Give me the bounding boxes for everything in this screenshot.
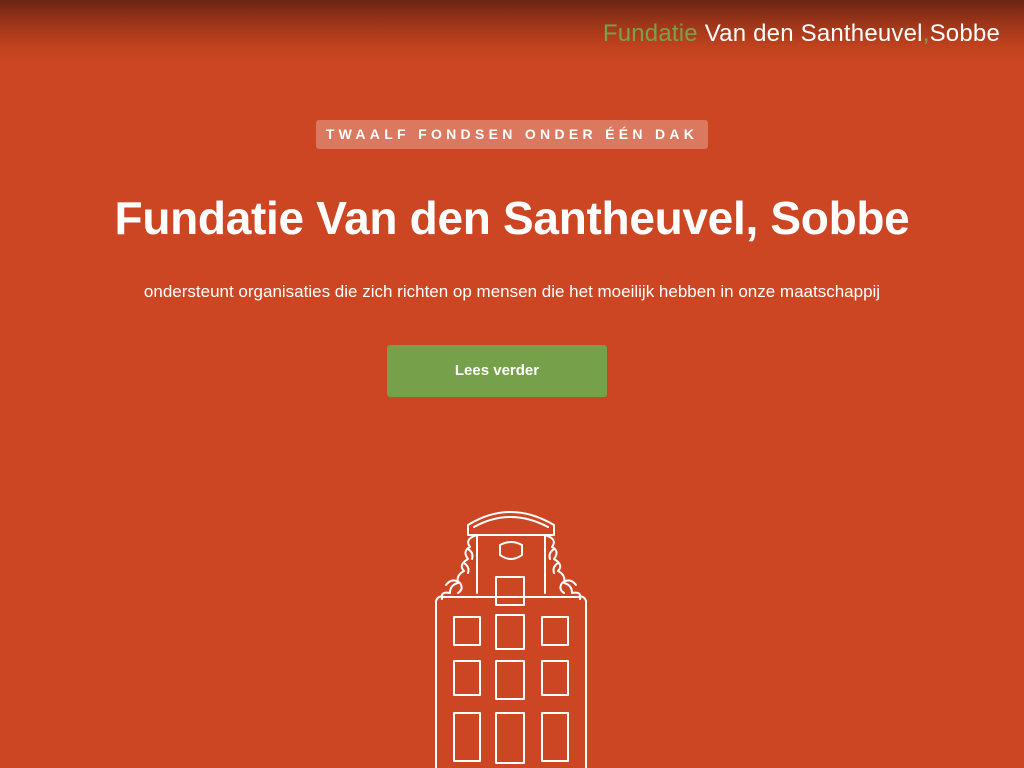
hero-subtitle: ondersteunt organisaties die zich richte… — [143, 282, 881, 301]
tagline-badge: TWAALF FONDSEN ONDER ÉÉN DAK — [316, 120, 708, 149]
site-logo[interactable]: Fundatie Van den Santheuvel,Sobbe — [603, 19, 1000, 49]
read-more-button[interactable]: Lees verder — [387, 345, 607, 397]
logo-word-fundatie: Fundatie — [602, 20, 698, 47]
logo-comma: , — [922, 20, 930, 47]
logo-word-name: Van den Santheuvel — [704, 20, 923, 47]
page-title: Fundatie Van den Santheuvel, Sobbe — [114, 192, 910, 244]
canal-house-icon — [435, 511, 587, 768]
logo-word-sobbe: Sobbe — [929, 20, 1000, 47]
